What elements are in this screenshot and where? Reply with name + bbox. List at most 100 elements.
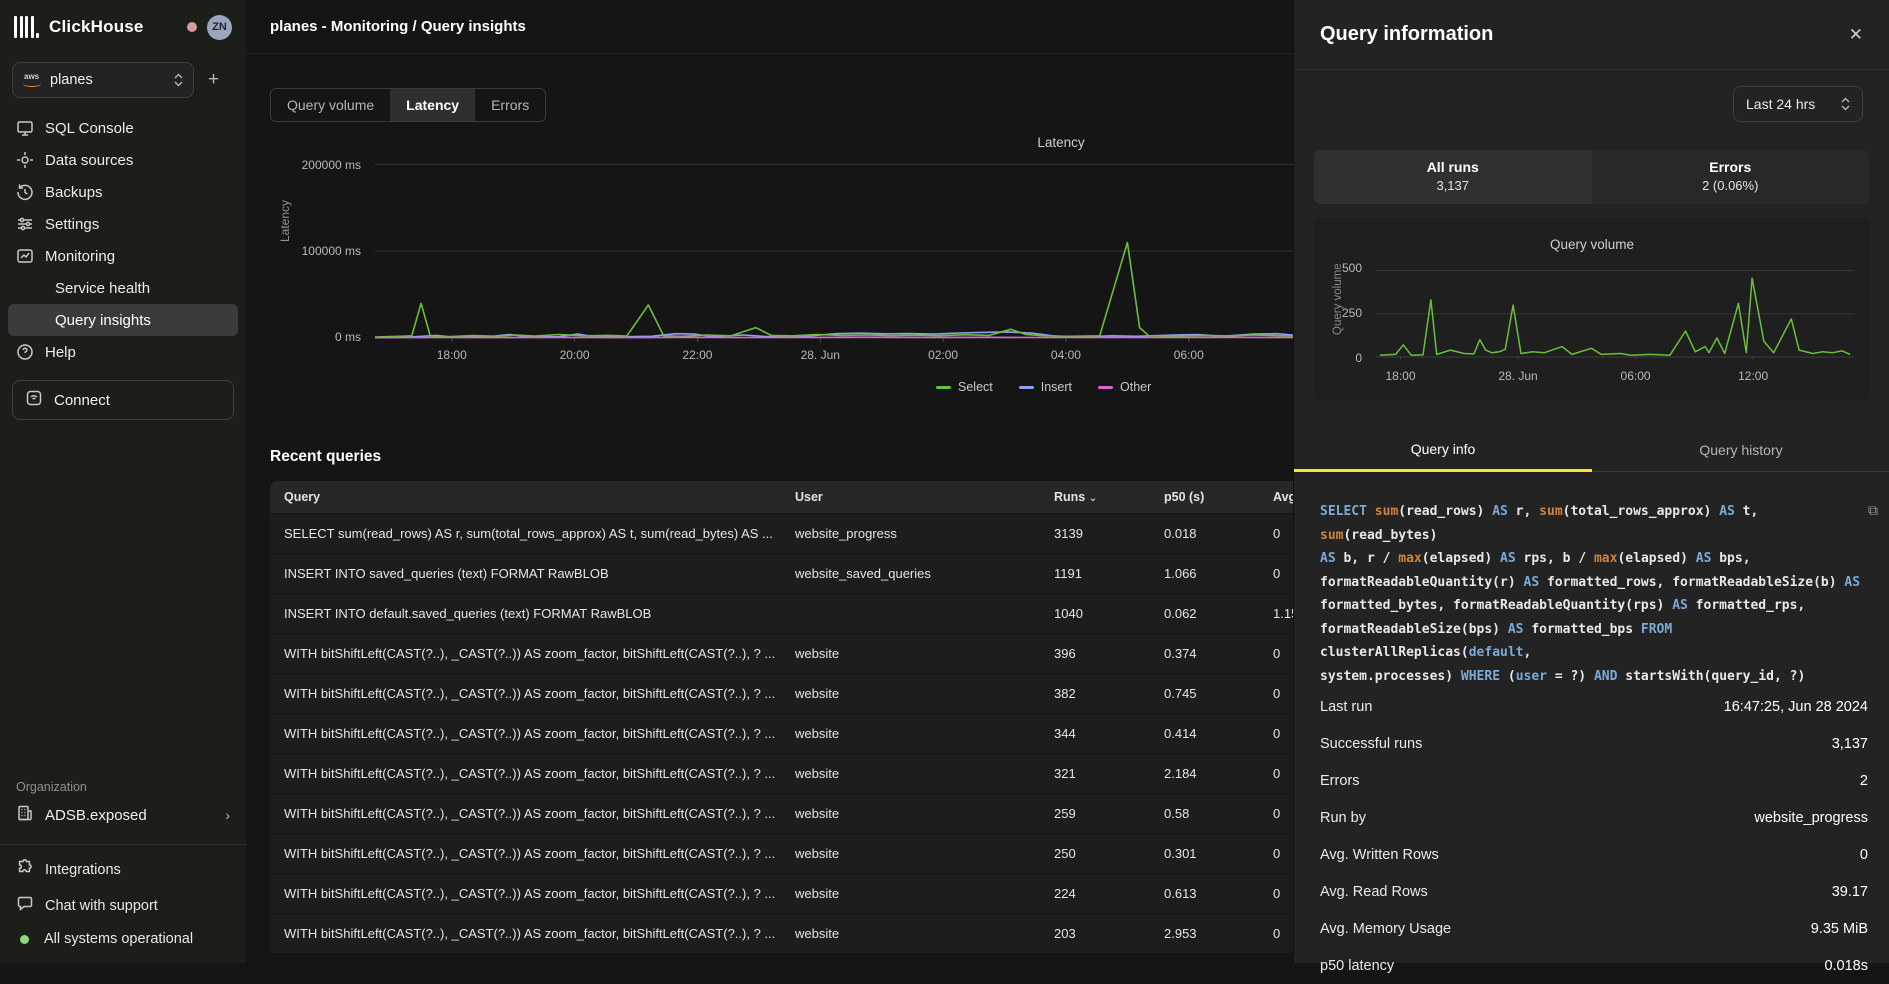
legend-swatch — [936, 386, 951, 389]
query-volume-plot — [1376, 267, 1854, 359]
query-stats-list: Last run16:47:25, Jun 28 2024Successful … — [1320, 688, 1868, 984]
table-cell: WITH bitShiftLeft(CAST(?..), _CAST(?..))… — [284, 766, 795, 781]
sql-line: AS b, r / max(elapsed) AS rps, b / max(e… — [1320, 547, 1868, 571]
service-selector[interactable]: aws planes — [12, 62, 194, 98]
x-tick: 28. Jun — [790, 348, 850, 362]
table-cell: WITH bitShiftLeft(CAST(?..), _CAST(?..))… — [284, 926, 795, 941]
sql-code-block: ⧉ SELECT sum(read_rows) AS r, sum(total_… — [1320, 500, 1868, 688]
table-cell: website — [795, 926, 1054, 941]
tab-query-info[interactable]: Query info — [1294, 428, 1592, 472]
chart-title: Latency — [986, 135, 1136, 150]
sidebar-item-label: SQL Console — [45, 120, 134, 137]
table-cell: WITH bitShiftLeft(CAST(?..), _CAST(?..))… — [284, 726, 795, 741]
organization-icon — [16, 804, 34, 826]
sidebar-item-label: Backups — [45, 184, 103, 201]
sidebar-item-backups[interactable]: Backups — [8, 176, 238, 208]
table-cell: 0.613 — [1164, 886, 1273, 901]
stat-label: Errors — [1320, 773, 1359, 789]
clickhouse-logo-icon — [14, 16, 39, 38]
table-cell: 382 — [1054, 686, 1164, 701]
legend-item[interactable]: Insert — [1019, 380, 1072, 394]
connect-button[interactable]: Connect — [12, 380, 234, 420]
tab-errors[interactable]: Errors — [475, 89, 545, 121]
organization-switcher[interactable]: ADSB.exposed › — [0, 804, 246, 844]
x-tick: 28. Jun — [1483, 369, 1553, 383]
stat-value: 0 — [1860, 847, 1868, 863]
stat-value: 2 — [1860, 773, 1868, 789]
table-cell: 2.953 — [1164, 926, 1273, 941]
sidebar-item-monitoring[interactable]: Monitoring — [8, 240, 238, 272]
table-cell: 259 — [1054, 806, 1164, 821]
sidebar-item-help[interactable]: Help — [8, 336, 238, 368]
column-header-query[interactable]: Query — [284, 490, 795, 504]
table-cell: website — [795, 806, 1054, 821]
aws-icon: aws — [23, 74, 41, 87]
table-cell: SELECT sum(read_rows) AS r, sum(total_ro… — [284, 526, 795, 541]
tab-latency[interactable]: Latency — [390, 89, 475, 121]
tab-query-history[interactable]: Query history — [1592, 428, 1889, 472]
y-tick: 250 — [1314, 306, 1362, 320]
y-tick: 0 — [1314, 351, 1362, 365]
legend-item[interactable]: Other — [1098, 380, 1151, 394]
x-tick: 02:00 — [913, 348, 973, 362]
y-tick: 200000 ms — [271, 158, 361, 172]
sidebar-item-integrations[interactable]: Integrations — [16, 859, 230, 881]
time-range-selector[interactable]: Last 24 hrs — [1733, 86, 1863, 122]
chart-tabs: Query volume Latency Errors — [270, 88, 546, 122]
sidebar-item-data-sources[interactable]: Data sources — [8, 144, 238, 176]
table-cell: website — [795, 726, 1054, 741]
stat-value: website_progress — [1754, 810, 1868, 826]
tab-query-volume[interactable]: Query volume — [271, 89, 390, 121]
copy-icon[interactable]: ⧉ — [1868, 500, 1878, 524]
sidebar-item-settings[interactable]: Settings — [8, 208, 238, 240]
table-cell: website — [795, 646, 1054, 661]
footer-item-label: Integrations — [45, 862, 121, 878]
legend-swatch — [1019, 386, 1034, 389]
sql-line: formatted_bytes, formatReadableQuantity(… — [1320, 594, 1868, 618]
sidebar-item-query-insights[interactable]: Query insights — [8, 304, 238, 336]
x-tick: 20:00 — [545, 348, 605, 362]
table-cell: 344 — [1054, 726, 1164, 741]
stat-value: 39.17 — [1832, 884, 1868, 900]
panel-tabs: Query info Query history — [1294, 428, 1889, 472]
sidebar-item-sql-console[interactable]: SQL Console — [8, 112, 238, 144]
add-service-button[interactable]: + — [202, 69, 225, 91]
sidebar-item-label: Data sources — [45, 152, 133, 169]
panel-title: Query information — [1320, 23, 1493, 46]
stat-row: Last run16:47:25, Jun 28 2024 — [1320, 688, 1868, 725]
table-cell: 321 — [1054, 766, 1164, 781]
stat-row: Avg. Read Rows39.17 — [1320, 873, 1868, 910]
avatar[interactable]: ZN — [207, 15, 232, 40]
x-tick: 04:00 — [1036, 348, 1096, 362]
segment-all-runs[interactable]: All runs 3,137 — [1314, 150, 1592, 204]
sidebar-item-system-status[interactable]: All systems operational — [16, 931, 230, 947]
organization-section-label: Organization — [0, 780, 246, 804]
stat-label: Run by — [1320, 810, 1366, 826]
help-icon — [16, 343, 34, 361]
segment-errors[interactable]: Errors 2 (0.06%) — [1592, 150, 1870, 204]
select-chevrons-icon — [1841, 97, 1850, 111]
table-cell: 0.018 — [1164, 526, 1273, 541]
logo-row: ClickHouse ZN — [0, 0, 246, 54]
column-header-p50[interactable]: p50 (s) — [1164, 490, 1273, 504]
sidebar-item-label: Service health — [55, 280, 150, 297]
column-header-runs[interactable]: Runs ⌄ — [1054, 490, 1164, 504]
segment-label: All runs — [1314, 159, 1592, 175]
stat-value: 0.018s — [1824, 958, 1868, 974]
x-tick: 18:00 — [422, 348, 482, 362]
column-header-user[interactable]: User — [795, 490, 1054, 504]
sidebar-item-chat-support[interactable]: Chat with support — [16, 895, 230, 917]
logo-text: ClickHouse — [49, 17, 144, 37]
legend-item[interactable]: Select — [936, 380, 993, 394]
footer-item-label: All systems operational — [44, 931, 193, 947]
settings-sliders-icon — [16, 215, 34, 233]
sql-line: formatReadableQuantity(r) AS formatted_r… — [1320, 571, 1868, 595]
table-cell: 0.374 — [1164, 646, 1273, 661]
sidebar-item-service-health[interactable]: Service health — [8, 272, 238, 304]
legend-swatch — [1098, 386, 1113, 389]
table-cell: 1.066 — [1164, 566, 1273, 581]
table-cell: 224 — [1054, 886, 1164, 901]
close-icon[interactable]: ✕ — [1849, 25, 1863, 45]
table-cell: 2.184 — [1164, 766, 1273, 781]
chevron-right-icon: › — [225, 807, 230, 823]
